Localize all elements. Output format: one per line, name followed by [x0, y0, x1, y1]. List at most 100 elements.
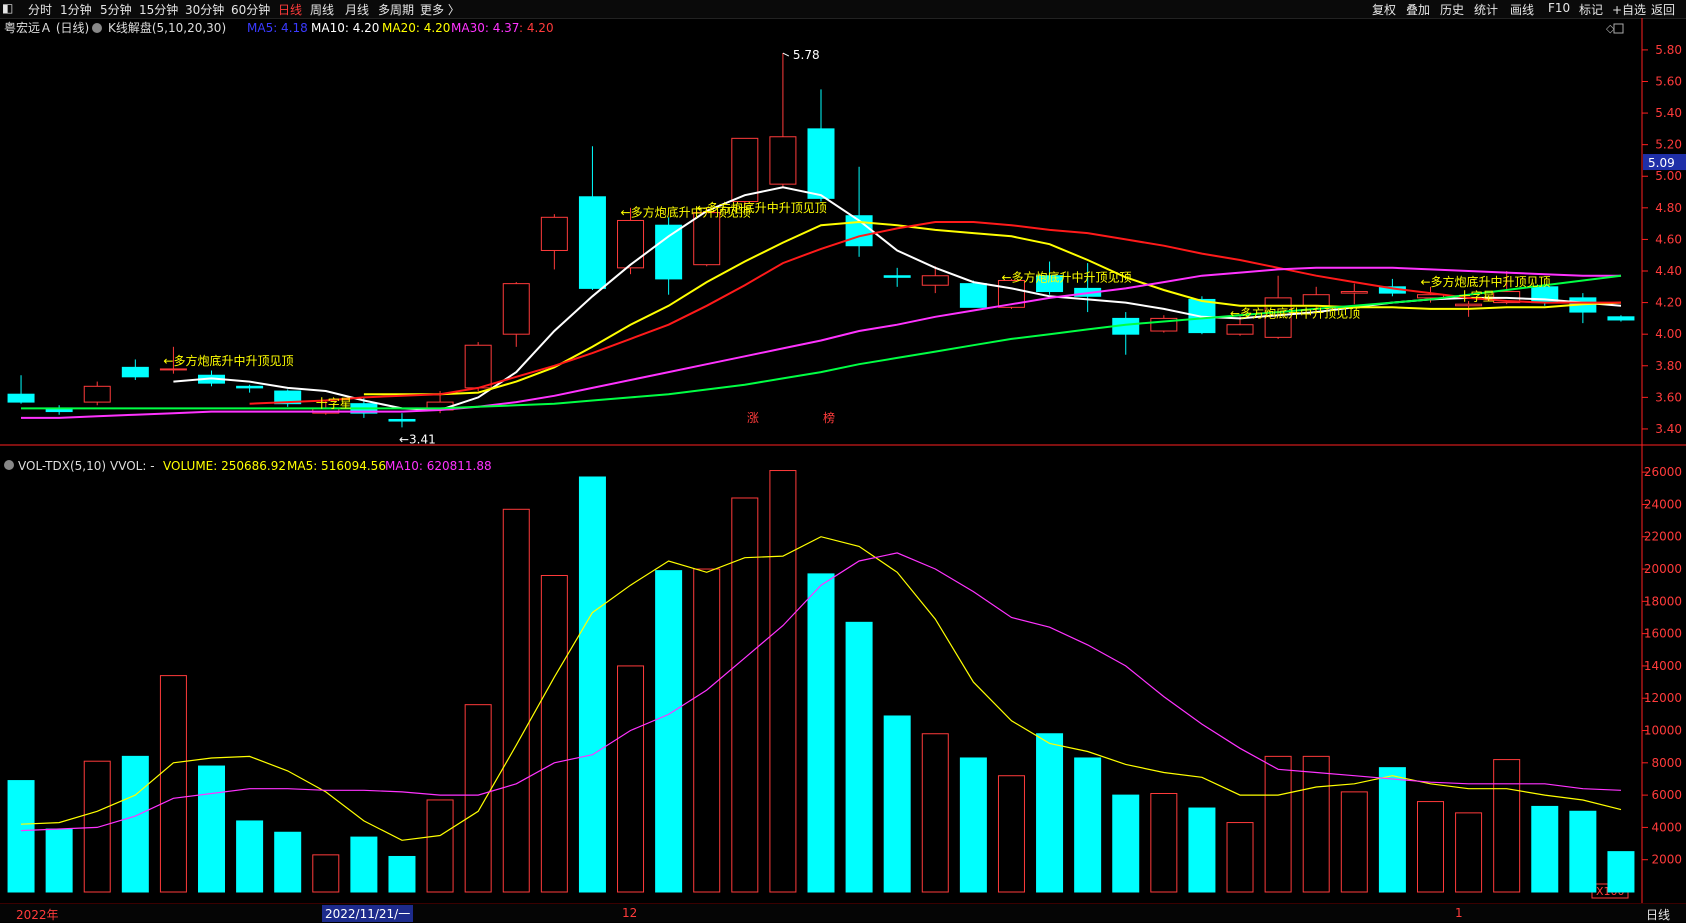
toolbar-button-5[interactable]: F10	[1548, 1, 1570, 15]
candle-body[interactable]	[617, 219, 645, 269]
tab-period-5[interactable]: 60分钟	[231, 1, 270, 18]
volume-bar[interactable]	[1188, 807, 1216, 893]
toolbar-button-0[interactable]: 复权	[1372, 1, 1396, 18]
candle-body[interactable]	[578, 196, 606, 289]
volume-bar[interactable]	[1112, 794, 1140, 893]
volume-bar[interactable]	[1226, 822, 1254, 893]
candle-body[interactable]	[7, 393, 35, 403]
candle-body[interactable]	[1302, 294, 1330, 307]
volume-bar[interactable]	[159, 675, 187, 893]
volume-bar[interactable]	[1036, 733, 1064, 893]
volume-bar[interactable]	[997, 775, 1025, 893]
tab-period-10[interactable]: 更多 〉	[420, 1, 460, 18]
candle-body[interactable]	[693, 212, 721, 266]
volume-bar[interactable]	[655, 570, 683, 893]
volume-bar[interactable]	[959, 757, 987, 893]
volume-bar[interactable]	[45, 828, 73, 893]
volume-bar[interactable]	[1416, 801, 1444, 893]
volume-bar[interactable]	[236, 820, 264, 893]
volume-bar[interactable]	[1607, 851, 1635, 893]
volume-bar[interactable]	[426, 799, 454, 893]
volume-bar[interactable]	[121, 755, 149, 893]
volume-bar[interactable]	[198, 765, 226, 893]
volume-bar[interactable]	[1340, 791, 1368, 893]
indicator-toggle-icon[interactable]	[92, 23, 102, 33]
candle-body[interactable]	[121, 366, 149, 378]
volume-bar[interactable]	[578, 476, 606, 893]
candle-body[interactable]	[1455, 303, 1483, 307]
candle-body[interactable]	[807, 128, 835, 199]
volume-bar[interactable]	[540, 574, 568, 893]
volume-tick-label: 4000	[1651, 820, 1682, 834]
volume-bar[interactable]	[769, 470, 797, 893]
pattern-annotation: 十字星	[316, 396, 352, 411]
candle-body[interactable]	[83, 385, 111, 403]
candle-body[interactable]	[655, 224, 683, 280]
candle-body[interactable]	[159, 368, 187, 371]
volume-bar[interactable]	[274, 831, 302, 893]
candle-body[interactable]	[731, 137, 759, 203]
candle-body[interactable]	[1226, 324, 1254, 335]
tab-period-0[interactable]: 分时	[28, 1, 52, 18]
volume-bar[interactable]	[350, 836, 378, 893]
tab-period-1[interactable]: 1分钟	[60, 1, 92, 18]
tab-period-6[interactable]: 日线	[278, 1, 302, 18]
candle-body[interactable]	[540, 216, 568, 251]
candle-body[interactable]	[883, 275, 911, 278]
candle-body[interactable]	[921, 275, 949, 286]
candle-body[interactable]	[502, 283, 530, 335]
volume-bar[interactable]	[807, 573, 835, 893]
candle-body[interactable]	[464, 344, 492, 389]
period-label[interactable]: 日线	[1646, 906, 1670, 923]
volume-tick-label: 22000	[1644, 530, 1682, 544]
volume-bar[interactable]	[921, 733, 949, 893]
volume-bar[interactable]	[1378, 767, 1406, 893]
window-icon[interactable]	[1613, 23, 1624, 34]
volume-bar[interactable]	[1302, 755, 1330, 893]
toolbar-button-6[interactable]: 标记	[1579, 1, 1603, 18]
volume-bar[interactable]	[693, 568, 721, 893]
volume-chart[interactable]: 26000 24000 22000 20000 18000 16000 14000 12000…	[0, 446, 1686, 903]
toolbar-button-8[interactable]: 返回	[1651, 1, 1675, 18]
volume-bar[interactable]	[388, 855, 416, 893]
kline-chart[interactable]: 5.80 5.60 5.40 5.20 5.00 4.80 4.60 4.40 4.20 4.00…	[0, 18, 1686, 446]
toolbar-expand-icon[interactable]: ◧	[2, 1, 13, 15]
candle-body[interactable]	[959, 283, 987, 308]
toolbar-button-4[interactable]: 画线	[1510, 1, 1534, 18]
toolbar-button-7[interactable]: +自选	[1612, 1, 1646, 18]
toolbar-button-2[interactable]: 历史	[1440, 1, 1464, 18]
tab-period-9[interactable]: 多周期	[378, 1, 414, 18]
volume-bar[interactable]	[1150, 792, 1178, 893]
price-tick-label: 5.00	[1655, 169, 1682, 183]
volume-bar[interactable]	[83, 760, 111, 893]
tab-period-2[interactable]: 5分钟	[100, 1, 132, 18]
toolbar-button-1[interactable]: 叠加	[1406, 1, 1430, 18]
candle-body[interactable]	[236, 385, 264, 389]
volume-bar[interactable]	[1531, 805, 1559, 893]
tab-period-4[interactable]: 30分钟	[185, 1, 224, 18]
tab-period-3[interactable]: 15分钟	[139, 1, 178, 18]
vol-toggle-icon[interactable]	[4, 460, 14, 470]
candle-body[interactable]	[388, 418, 416, 422]
volume-bar[interactable]	[1569, 810, 1597, 893]
candle-body[interactable]	[1340, 291, 1368, 294]
volume-bar[interactable]	[617, 665, 645, 893]
volume-bar[interactable]	[1264, 755, 1292, 893]
candle-body[interactable]	[769, 136, 797, 185]
candle-body[interactable]	[1607, 316, 1635, 321]
volume-bar[interactable]	[1493, 759, 1521, 893]
tab-period-8[interactable]: 月线	[345, 1, 369, 18]
ma-readout-3: MA30: 4.37	[451, 21, 519, 35]
volume-bar[interactable]	[1074, 757, 1102, 893]
ma-line-ma20	[249, 221, 1621, 405]
volume-bar[interactable]	[1455, 812, 1483, 893]
volume-bar[interactable]	[502, 508, 530, 893]
date-label-jan: 1	[1455, 906, 1463, 920]
tab-period-7[interactable]: 周线	[310, 1, 334, 18]
volume-bar[interactable]	[464, 704, 492, 893]
volume-bar[interactable]	[312, 854, 340, 893]
volume-bar[interactable]	[883, 715, 911, 893]
volume-bar[interactable]	[845, 621, 873, 893]
toolbar-button-3[interactable]: 统计	[1474, 1, 1498, 18]
volume-bar[interactable]	[7, 780, 35, 893]
